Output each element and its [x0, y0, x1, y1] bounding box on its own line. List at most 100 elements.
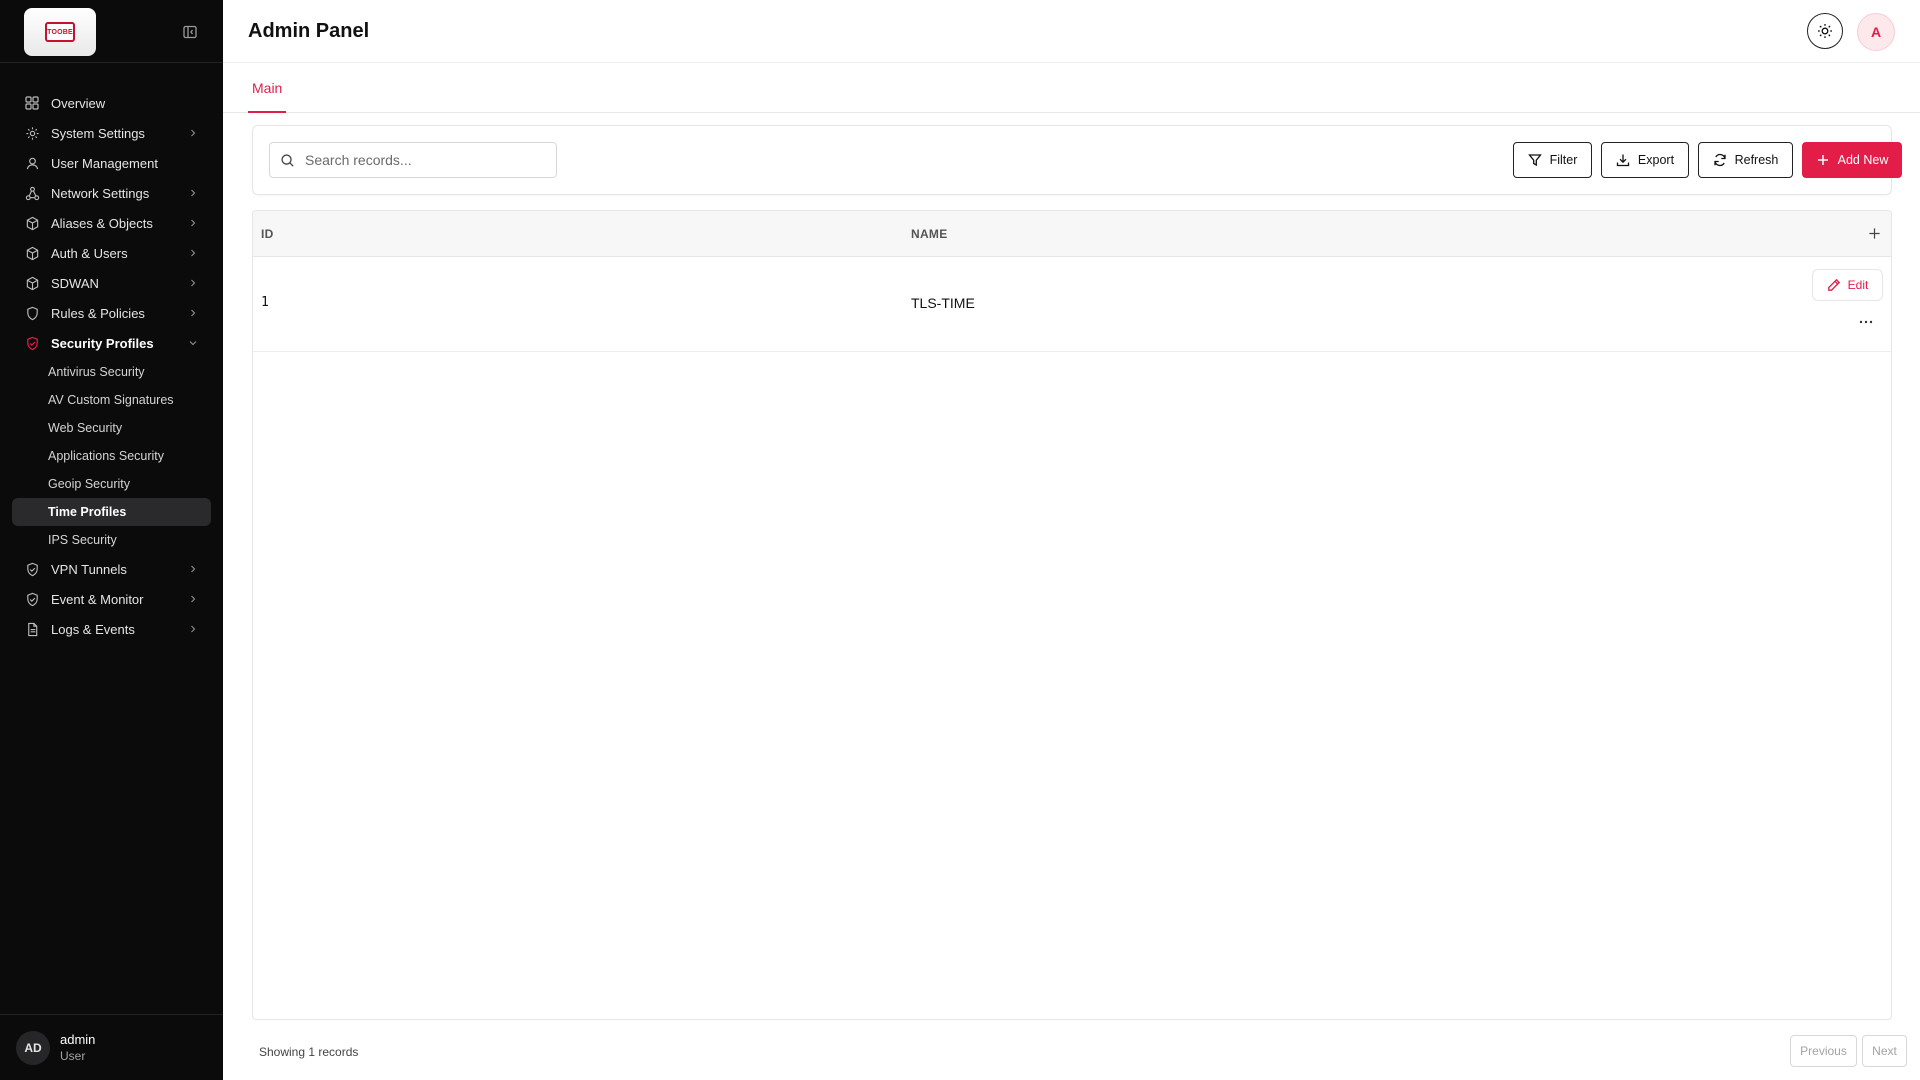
sidebar-item-label: Rules & Policies [51, 305, 145, 321]
shield-check-icon [24, 591, 40, 607]
sidebar-subitem-time-profiles[interactable]: Time Profiles [12, 498, 211, 526]
pencil-icon [1827, 278, 1841, 292]
sun-icon [1818, 24, 1832, 38]
table-header: ID NAME [253, 211, 1891, 257]
sidebar-subitem-ips-security[interactable]: IPS Security [12, 526, 211, 554]
edit-button[interactable]: Edit [1812, 269, 1883, 301]
sidebar-item-label: Security Profiles [51, 335, 154, 351]
sidebar-item-event-monitor[interactable]: Event & Monitor [12, 584, 211, 614]
add-column-button[interactable] [1865, 224, 1883, 242]
sidebar-item-security-profiles[interactable]: Security Profiles [12, 328, 211, 358]
sidebar-item-label: Event & Monitor [51, 591, 144, 607]
sidebar-item-label: Logs & Events [51, 621, 135, 637]
cell-name: TLS-TIME [911, 295, 975, 311]
table-footer: Showing 1 records Previous Next [252, 1035, 1907, 1067]
sidebar-item-auth-users[interactable]: Auth & Users [12, 238, 211, 268]
chevron-right-icon [187, 217, 199, 229]
sidebar-item-overview[interactable]: Overview [12, 88, 211, 118]
cube-icon [24, 245, 40, 261]
refresh-icon [1713, 153, 1727, 167]
cell-id: 1 [261, 295, 269, 310]
filter-button[interactable]: Filter [1513, 142, 1592, 178]
chevron-right-icon [187, 563, 199, 575]
sidebar-item-label: Overview [51, 95, 106, 111]
logo-text: TOOBE [47, 28, 73, 36]
grid-icon [24, 95, 40, 111]
sidebar-subitem-applications-security[interactable]: Applications Security [12, 442, 211, 470]
main-content: Admin Panel A Main Filter Export Refresh… [223, 0, 1920, 1080]
add-new-button-label: Add New [1837, 153, 1889, 167]
filter-button-label: Filter [1549, 153, 1578, 167]
sidebar-subitem-geoip-security[interactable]: Geoip Security [12, 470, 211, 498]
sidebar-nav: Overview System Settings User Management… [12, 88, 211, 644]
search-icon [281, 153, 294, 167]
sidebar-item-aliases-objects[interactable]: Aliases & Objects [12, 208, 211, 238]
shield-check-icon [24, 561, 40, 577]
document-icon [24, 621, 40, 637]
network-icon [24, 185, 40, 201]
sidebar-item-label: Auth & Users [51, 245, 128, 261]
sidebar-subitem-web-security[interactable]: Web Security [12, 414, 211, 442]
cube-icon [24, 275, 40, 291]
chevron-right-icon [187, 623, 199, 635]
plus-icon [1816, 153, 1830, 167]
add-new-button[interactable]: Add New [1802, 142, 1902, 178]
chevron-right-icon [187, 247, 199, 259]
chevron-right-icon [187, 307, 199, 319]
sidebar-item-vpn-tunnels[interactable]: VPN Tunnels [12, 554, 211, 584]
logo[interactable]: TOOBE [24, 8, 96, 56]
shield-icon [24, 305, 40, 321]
chevron-right-icon [187, 187, 199, 199]
refresh-button[interactable]: Refresh [1698, 142, 1793, 178]
sidebar-subitem-antivirus-security[interactable]: Antivirus Security [12, 358, 211, 386]
chevron-right-icon [187, 593, 199, 605]
sidebar-item-system-settings[interactable]: System Settings [12, 118, 211, 148]
search-box [269, 142, 557, 178]
column-header-name[interactable]: NAME [911, 227, 948, 241]
sidebar-item-sdwan[interactable]: SDWAN [12, 268, 211, 298]
chevron-right-icon [187, 277, 199, 289]
sidebar-item-user-management[interactable]: User Management [12, 148, 211, 178]
security-profiles-submenu: Antivirus Security AV Custom Signatures … [12, 358, 211, 554]
theme-toggle-button[interactable] [1807, 13, 1843, 49]
sidebar-user[interactable]: AD admin User [0, 1014, 223, 1080]
export-button[interactable]: Export [1601, 142, 1689, 178]
table-row[interactable]: 1 TLS-TIME Edit [253, 257, 1891, 352]
logo-mark: TOOBE [45, 22, 75, 42]
edit-button-label: Edit [1847, 278, 1869, 292]
toolbar: Filter Export Refresh Add New [252, 125, 1902, 195]
sidebar-item-logs-events[interactable]: Logs & Events [12, 614, 211, 644]
sidebar-item-label: User Management [51, 155, 158, 171]
user-icon [24, 155, 40, 171]
export-button-label: Export [1637, 153, 1675, 167]
panel-left-icon [183, 25, 197, 39]
sidebar-item-network-settings[interactable]: Network Settings [12, 178, 211, 208]
sidebar-item-label: Aliases & Objects [51, 215, 153, 231]
sidebar-item-rules-policies[interactable]: Rules & Policies [12, 298, 211, 328]
column-header-id[interactable]: ID [261, 227, 274, 241]
search-input[interactable] [305, 152, 545, 168]
header-avatar[interactable]: A [1857, 13, 1895, 51]
shield-check-icon [24, 335, 40, 351]
sidebar-collapse-button[interactable] [180, 22, 200, 42]
sidebar: TOOBE Overview System Settings User Mana… [0, 0, 223, 1080]
gear-icon [24, 125, 40, 141]
sidebar-item-label: System Settings [51, 125, 145, 141]
tab-bar: Main [223, 63, 1920, 113]
download-icon [1616, 153, 1630, 167]
sidebar-item-label: Network Settings [51, 185, 150, 201]
more-horizontal-icon [1859, 320, 1873, 324]
user-name: admin [60, 1032, 96, 1047]
top-header: Admin Panel A [223, 0, 1920, 63]
previous-page-button[interactable]: Previous [1790, 1035, 1857, 1067]
filter-icon [1527, 153, 1542, 167]
sidebar-header: TOOBE [0, 0, 223, 63]
user-role: User [60, 1049, 86, 1063]
sidebar-subitem-av-custom-signatures[interactable]: AV Custom Signatures [12, 386, 211, 414]
tab-main[interactable]: Main [248, 63, 287, 113]
next-page-button[interactable]: Next [1862, 1035, 1907, 1067]
chevron-right-icon [187, 127, 199, 139]
user-avatar: AD [16, 1030, 50, 1065]
cube-icon [24, 215, 40, 231]
row-more-button[interactable] [1857, 315, 1875, 329]
